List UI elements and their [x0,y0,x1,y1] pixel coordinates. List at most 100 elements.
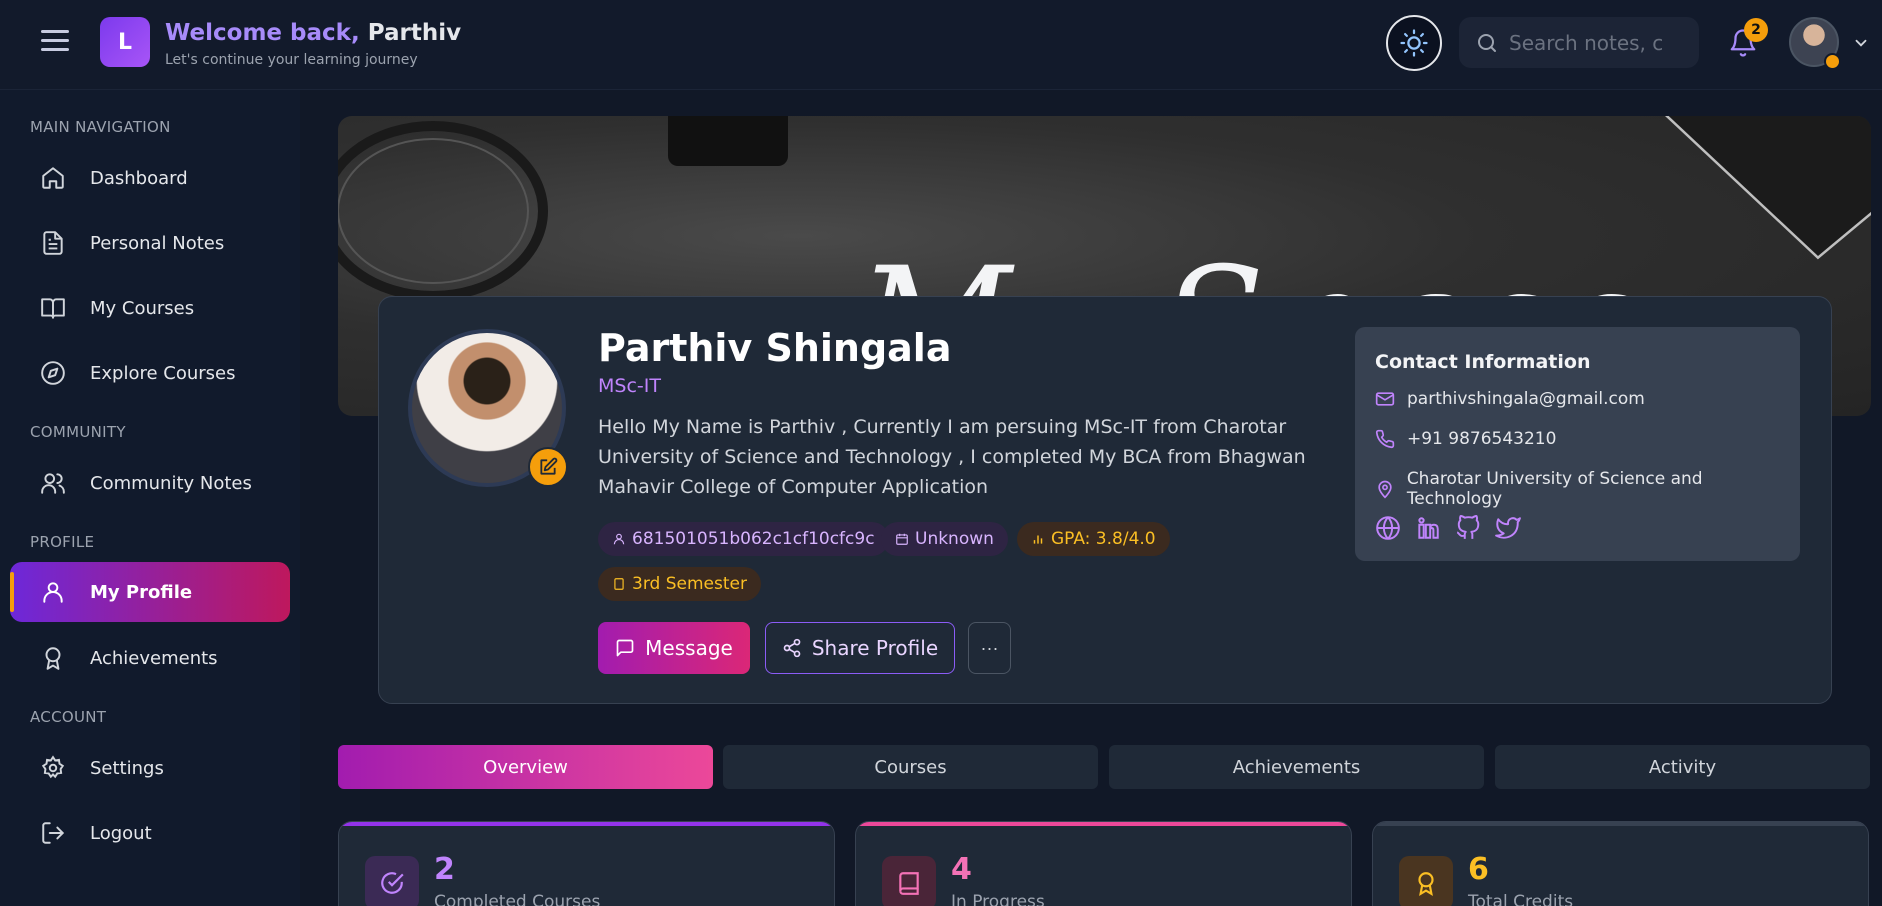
sidebar-item-label: Achievements [90,647,218,669]
contact-location: Charotar University of Science and Techn… [1375,469,1800,509]
menu-icon[interactable] [41,30,69,54]
theme-toggle-button[interactable] [1386,15,1442,71]
stat-value: 2 [434,852,455,887]
contact-phone[interactable]: +91 9876543210 [1375,429,1556,449]
status-dot [1824,53,1841,70]
contact-title: Contact Information [1375,351,1591,373]
users-icon [40,470,66,496]
search-icon [1478,33,1496,52]
user-icon [612,532,626,546]
share-button-label: Share Profile [811,636,939,660]
sidebar-item-my-profile[interactable]: My Profile [10,562,290,622]
sidebar-item-label: Community Notes [90,472,252,494]
date-badge: Unknown [881,522,1008,556]
sidebar-item-label: Personal Notes [90,232,225,254]
top-header: L Welcome back, Parthiv Let's continue y… [0,0,1882,90]
edit-icon [540,457,558,475]
share-icon [782,638,802,658]
book-icon [882,856,936,906]
date-badge-text: Unknown [915,529,994,549]
section-title-profile: PROFILE [30,533,95,551]
stat-card-in-progress: 4 In Progress [855,821,1352,906]
more-options-button[interactable]: ··· [968,622,1011,674]
edit-photo-button[interactable] [528,447,568,487]
gear-icon [40,755,66,781]
github-icon[interactable] [1455,515,1481,541]
welcome-prefix: Welcome back, [165,20,360,46]
profile-program: MSc-IT [598,375,661,397]
logout-icon [40,820,66,846]
twitter-icon[interactable] [1495,515,1521,541]
profile-bio: Hello My Name is Parthiv , Currently I a… [598,416,1306,498]
stat-value: 4 [951,852,972,887]
book-icon [612,577,626,591]
sidebar-item-personal-notes[interactable]: Personal Notes [10,213,290,273]
search-input[interactable] [1509,30,1689,55]
file-text-icon [40,230,66,256]
welcome-name: Parthiv [367,20,462,46]
stat-label: In Progress [951,892,1045,906]
sidebar-item-achievements[interactable]: Achievements [10,628,290,688]
share-profile-button[interactable]: Share Profile [765,622,955,674]
contact-email-text: parthivshingala@gmail.com [1407,389,1645,409]
bar-chart-icon [1031,532,1045,546]
user-icon [40,579,66,605]
sidebar-item-label: Settings [90,757,164,779]
sidebar: MAIN NAVIGATION Dashboard Personal Notes… [0,90,300,906]
sun-icon [1400,29,1428,57]
section-title-account: ACCOUNT [30,708,107,726]
stat-label: Total Credits [1468,892,1574,906]
contact-information-panel: Contact Information parthivshingala@gmai… [1355,327,1800,561]
contact-email[interactable]: parthivshingala@gmail.com [1375,389,1645,409]
calendar-icon [895,532,909,546]
stat-label: Completed Courses [434,892,601,906]
award-icon [40,645,66,671]
profile-name: Parthiv Shingala [598,326,952,370]
app-logo[interactable]: L [100,17,150,67]
map-pin-icon [1375,479,1397,499]
contact-location-text: Charotar University of Science and Techn… [1406,469,1703,509]
stat-card-completed: 2 Completed Courses [338,821,835,906]
section-title-community: COMMUNITY [30,423,126,441]
sidebar-item-label: Explore Courses [90,362,236,384]
chevron-down-icon[interactable] [1852,34,1870,56]
stat-card-credits: 6 Total Credits [1372,821,1869,906]
home-icon [40,165,66,191]
compass-icon [40,360,66,386]
section-title-main: MAIN NAVIGATION [30,118,171,136]
id-badge: 681501051b062c1cf10cfc9c [598,522,889,556]
phone-icon [1375,429,1397,449]
gpa-badge: GPA: 3.8/4.0 [1017,522,1170,556]
sidebar-item-explore-courses[interactable]: Explore Courses [10,343,290,403]
globe-icon[interactable] [1375,515,1401,541]
sidebar-item-label: Logout [90,822,152,844]
gpa-badge-text: GPA: 3.8/4.0 [1051,529,1156,549]
social-links [1375,515,1535,541]
sidebar-item-label: My Courses [90,297,195,319]
linkedin-icon[interactable] [1415,515,1441,541]
tab-courses[interactable]: Courses [723,745,1098,789]
message-icon [615,638,635,658]
stat-value: 6 [1468,852,1489,887]
tab-achievements[interactable]: Achievements [1109,745,1484,789]
contact-phone-text: +91 9876543210 [1407,429,1557,449]
search-box[interactable] [1459,17,1699,68]
notification-badge: 2 [1744,18,1768,42]
sidebar-item-settings[interactable]: Settings [10,738,290,798]
sidebar-item-my-courses[interactable]: My Courses [10,278,290,338]
welcome-subtitle: Let's continue your learning journey [165,52,418,68]
tab-overview[interactable]: Overview [338,745,713,789]
award-icon [1399,856,1453,906]
tab-activity[interactable]: Activity [1495,745,1870,789]
message-button[interactable]: Message [598,622,750,674]
book-open-icon [40,295,66,321]
check-circle-icon [365,856,419,906]
mail-icon [1375,389,1397,409]
sidebar-item-label: Dashboard [90,167,188,189]
sidebar-item-community-notes[interactable]: Community Notes [10,453,290,513]
id-badge-text: 681501051b062c1cf10cfc9c [632,529,875,549]
message-button-label: Message [645,636,733,660]
sidebar-item-dashboard[interactable]: Dashboard [10,148,290,208]
semester-badge: 3rd Semester [598,567,761,601]
sidebar-item-logout[interactable]: Logout [10,803,290,863]
